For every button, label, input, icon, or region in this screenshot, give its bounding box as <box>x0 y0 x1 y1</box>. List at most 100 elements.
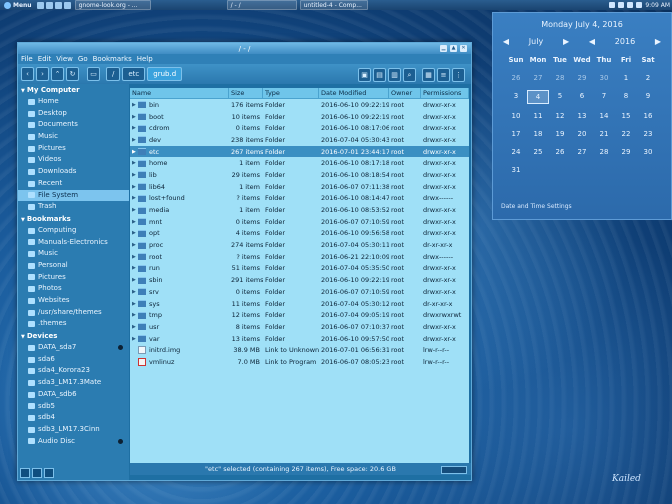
sidebar-item[interactable]: Trash <box>18 201 129 213</box>
column-owner[interactable]: Owner <box>389 88 421 98</box>
column-type[interactable]: Type <box>263 88 319 98</box>
calendar-day[interactable]: 14 <box>593 110 615 122</box>
calendar-day[interactable]: 18 <box>527 128 549 140</box>
breadcrumb-grub[interactable]: grub.d <box>147 67 183 81</box>
calendar-day[interactable]: 26 <box>549 146 571 158</box>
places-view-icon[interactable] <box>20 468 30 478</box>
sidebar-item[interactable]: Audio Disc <box>18 436 129 448</box>
file-row[interactable]: ▶ lib64 1 item Folder 2016-06-07 07:11:38 roo… <box>130 181 469 193</box>
menu-bookmarks[interactable]: Bookmarks <box>93 55 132 63</box>
hide-sidebar-icon[interactable] <box>44 468 54 478</box>
file-row[interactable]: ▶ tmp 12 items Folder 2016-07-04 09:05:19 roo… <box>130 309 469 321</box>
sidebar-item[interactable]: Recent <box>18 178 129 190</box>
sidebar-item[interactable]: Music <box>18 248 129 260</box>
compact-view-icon[interactable]: ⋮ <box>452 68 465 82</box>
calendar-day[interactable]: 1 <box>615 72 637 84</box>
calendar-day[interactable]: 9 <box>637 90 659 102</box>
sidebar-item[interactable]: sdb4 <box>18 412 129 424</box>
calendar-day[interactable]: 27 <box>527 72 549 84</box>
breadcrumb-root[interactable]: / <box>106 67 121 81</box>
menu-go[interactable]: Go <box>78 55 88 63</box>
sidebar-item[interactable]: Personal <box>18 260 129 272</box>
calendar-day[interactable]: 30 <box>593 72 615 84</box>
calendar-day[interactable]: 22 <box>615 128 637 140</box>
sidebar-item[interactable]: Manuals-Electronics <box>18 237 129 249</box>
calendar-day[interactable]: 3 <box>505 90 527 102</box>
reload-icon[interactable]: ↻ <box>66 67 79 81</box>
file-row[interactable]: ▶ lib 29 items Folder 2016-06-10 08:18:54 roo… <box>130 169 469 181</box>
column-permissions[interactable]: Permissions <box>421 88 469 98</box>
sidebar-item[interactable]: sda4_Korora23 <box>18 365 129 377</box>
up-icon[interactable]: ⌃ <box>51 67 64 81</box>
sidebar-item[interactable]: DATA_sda7 <box>18 342 129 354</box>
file-row[interactable]: ▶ boot 10 items Folder 2016-06-10 09:22:19 ro… <box>130 111 469 123</box>
calendar-day[interactable]: 31 <box>505 164 527 176</box>
calendar-day[interactable]: 2 <box>637 72 659 84</box>
taskbar-item-browser[interactable]: gnome-look.org - ... <box>74 0 151 10</box>
sidebar-item[interactable]: sda3_LM17.3Mate <box>18 377 129 389</box>
sidebar-item[interactable]: Downloads <box>18 166 129 178</box>
calendar-day[interactable]: 13 <box>571 110 593 122</box>
file-row[interactable]: vmlinuz 7.0 MB Link to Program 2016-06-07 0… <box>130 356 469 368</box>
network-icon[interactable] <box>609 2 616 8</box>
calendar-day[interactable]: 6 <box>571 90 593 102</box>
browser-launcher-icon[interactable] <box>54 1 62 9</box>
file-row[interactable]: ▶ proc 274 items Folder 2016-07-04 05:30:11 r… <box>130 239 469 251</box>
sidebar-item[interactable]: /usr/share/themes <box>18 307 129 319</box>
calendar-day[interactable]: 29 <box>571 72 593 84</box>
calendar-day[interactable]: 24 <box>505 146 527 158</box>
file-row[interactable]: initrd.img 38.9 MB Link to Unknown 2016-07-… <box>130 344 469 356</box>
clock[interactable]: 9:09 AM <box>645 2 670 9</box>
file-row[interactable]: ▶ dev 238 items Folder 2016-07-04 05:30:43 ro… <box>130 134 469 146</box>
calendar-day[interactable]: 20 <box>571 128 593 140</box>
computer-icon[interactable]: ▤ <box>373 68 386 82</box>
sidebar-item[interactable]: sda6 <box>18 354 129 366</box>
eject-icon[interactable] <box>118 345 123 351</box>
menu-button[interactable]: Menu <box>0 1 36 9</box>
shield-icon[interactable] <box>627 2 634 8</box>
calendar-day[interactable]: 8 <box>615 90 637 102</box>
calendar-day[interactable]: 27 <box>571 146 593 158</box>
column-size[interactable]: Size <box>229 88 263 98</box>
list-view-icon[interactable]: ≡ <box>437 68 450 82</box>
breadcrumb-etc[interactable]: etc <box>122 67 146 81</box>
folder-icon[interactable]: ▥ <box>388 68 401 82</box>
calendar-day[interactable]: 26 <box>505 72 527 84</box>
calendar-day[interactable]: 28 <box>549 72 571 84</box>
new-folder-icon[interactable]: ▣ <box>358 68 371 82</box>
file-row[interactable]: ▶ mnt 0 items Folder 2016-06-07 07:10:59 root… <box>130 216 469 228</box>
expander-icon[interactable]: ▼ <box>21 334 25 340</box>
calendar-day[interactable]: 28 <box>593 146 615 158</box>
file-row[interactable]: ▶ media 1 item Folder 2016-06-10 08:53:52 roo… <box>130 204 469 216</box>
column-name[interactable]: Name <box>130 88 229 98</box>
volume-icon[interactable] <box>618 2 625 8</box>
file-row[interactable]: ▶ cdrom 0 items Folder 2016-06-10 08:17:06 ro… <box>130 122 469 134</box>
calendar-day[interactable]: 5 <box>549 90 571 102</box>
tree-view-icon[interactable] <box>32 468 42 478</box>
battery-icon[interactable] <box>636 2 643 8</box>
back-icon[interactable]: ‹ <box>21 67 34 81</box>
sidebar-item[interactable]: DATA_sdb6 <box>18 389 129 401</box>
calendar-day[interactable]: 30 <box>637 146 659 158</box>
calendar-day[interactable]: 16 <box>637 110 659 122</box>
sidebar-item[interactable]: Pictures <box>18 272 129 284</box>
menu-view[interactable]: View <box>56 55 73 63</box>
sidebar-item[interactable]: Photos <box>18 283 129 295</box>
expander-icon[interactable]: ▼ <box>21 88 25 94</box>
sidebar-section-header[interactable]: ▼ My Computer <box>18 84 129 96</box>
calendar-day[interactable]: 21 <box>593 128 615 140</box>
minimize-icon[interactable]: ▁ <box>440 45 447 52</box>
file-row[interactable]: ▶ home 1 item Folder 2016-06-10 08:17:18 root… <box>130 157 469 169</box>
calendar-day[interactable]: 12 <box>549 110 571 122</box>
next-year-icon[interactable]: ▶ <box>655 37 661 46</box>
menu-file[interactable]: File <box>21 55 33 63</box>
file-row[interactable]: ▶ bin 176 items Folder 2016-06-10 09:22:19 ro… <box>130 99 469 111</box>
sidebar-item[interactable]: Computing <box>18 225 129 237</box>
menu-help[interactable]: Help <box>137 55 153 63</box>
prev-year-icon[interactable]: ◀ <box>589 37 595 46</box>
maximize-icon[interactable]: ▲ <box>450 45 457 52</box>
sidebar-item[interactable]: Websites <box>18 295 129 307</box>
calendar-day[interactable]: 25 <box>527 146 549 158</box>
sidebar-item[interactable]: File System <box>18 189 129 202</box>
sidebar-item[interactable]: sdb3_LM17.3Cinn <box>18 424 129 436</box>
